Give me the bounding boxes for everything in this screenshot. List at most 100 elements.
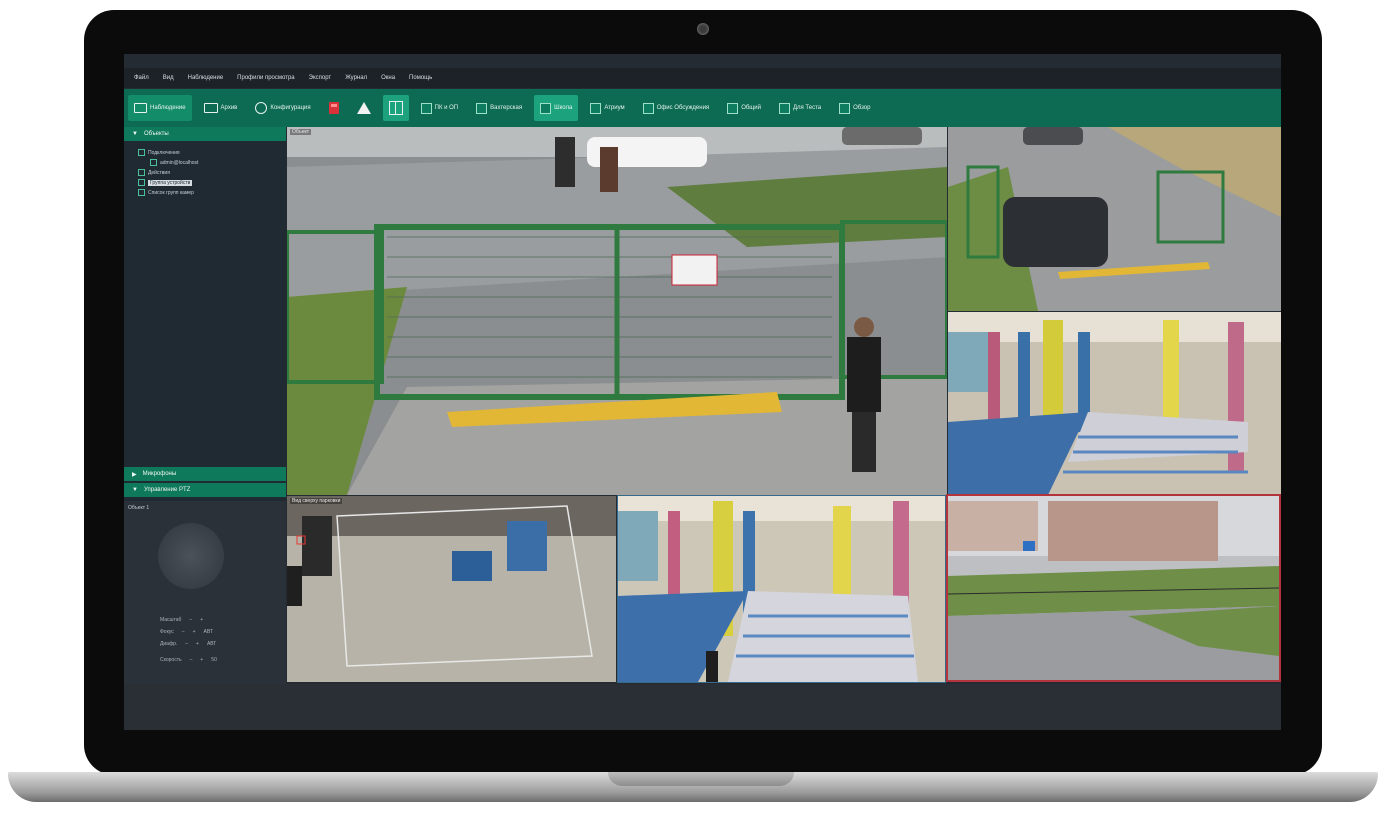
tree-item-label: Подключения [148, 149, 180, 156]
ptz-minus-button[interactable]: – [182, 629, 185, 635]
tree-item-label: admin@localhost [160, 159, 199, 166]
laptop-notch [608, 772, 794, 786]
layout-icon [540, 102, 552, 114]
layout-tab-5[interactable]: Офис Обсуждения [637, 95, 716, 121]
ptz-row-value: АВТ [206, 641, 217, 647]
layout-tab-8[interactable]: Обзор [833, 95, 876, 121]
ptz-minus-button[interactable]: – [190, 657, 193, 663]
checkbox-icon [150, 159, 157, 166]
checkbox-icon [138, 179, 145, 186]
layout-tab-6[interactable]: Общий [721, 95, 767, 121]
layout-label: Школа [554, 105, 573, 111]
webcam-icon [697, 23, 709, 35]
status-strip [124, 684, 1281, 730]
tree-item-admin[interactable]: admin@localhost [150, 159, 198, 166]
tree-item-label: Группа устройств [148, 179, 193, 186]
folder-icon [203, 103, 218, 113]
archive-tab[interactable]: Архив [198, 95, 244, 121]
monitoring-tab-label: Наблюдение [150, 105, 186, 111]
camera-tile-hall-2[interactable] [617, 495, 946, 683]
menu-view[interactable]: Вид [163, 75, 174, 81]
menu-journal[interactable]: Журнал [345, 75, 367, 81]
menu-file[interactable]: Файл [134, 75, 149, 81]
ptz-row-value: 50 [211, 657, 217, 663]
ptz-header[interactable]: ▼ Управление PTZ [124, 483, 286, 497]
ptz-row-label: Фокус [160, 629, 174, 635]
tree-item-label: Список групп камер [148, 189, 194, 196]
sidebar: ▼ Объекты Подключения admin@localhost Де… [124, 127, 286, 730]
tree-item-device-group[interactable]: Группа устройств [138, 179, 193, 186]
checkbox-icon [138, 149, 145, 156]
alarm-button[interactable] [323, 95, 345, 121]
tree-item-label: Действия [148, 169, 170, 176]
configuration-tab[interactable]: Конфигурация [249, 95, 316, 121]
ptz-plus-button[interactable]: + [200, 657, 203, 663]
camera-tile-hall[interactable] [948, 312, 1281, 495]
layout-label: ПК и ОП [434, 105, 459, 111]
layout-icon [839, 102, 851, 114]
microphones-header[interactable]: ▶ Микрофоны [124, 467, 286, 481]
menu-monitoring[interactable]: Наблюдение [188, 75, 224, 81]
ptz-zoom-row: Масштаб – + [160, 617, 211, 623]
ptz-speed-row: Скорость – + 50 [160, 657, 217, 663]
layout-icon [590, 102, 602, 114]
camera-tile-street[interactable] [946, 494, 1281, 682]
ptz-joystick[interactable] [158, 523, 224, 589]
layout-label: Общий [741, 105, 761, 111]
ptz-minus-button[interactable]: – [189, 617, 192, 623]
checkbox-icon [138, 169, 145, 176]
ptz-row-label: Диафр. [160, 641, 178, 647]
layout-tab-1[interactable]: ПК и ОП [415, 95, 464, 121]
configuration-tab-label: Конфигурация [270, 105, 311, 111]
gear-icon [255, 102, 268, 114]
monitoring-tab[interactable]: Наблюдение [128, 95, 192, 121]
ptz-plus-button[interactable]: + [200, 617, 203, 623]
layout-label: Атриум [604, 105, 625, 111]
camera-label: Объект [290, 129, 312, 135]
camera-tile-topdown[interactable]: Вид сверху парковки [287, 496, 616, 682]
camera-tile-parking[interactable] [948, 127, 1281, 311]
panel-toggle-button[interactable] [382, 95, 409, 121]
menu-windows[interactable]: Окна [381, 75, 395, 81]
ptz-row-label: Масштаб [160, 617, 182, 623]
menu-export[interactable]: Экспорт [309, 75, 332, 81]
camera-feed-parking [948, 127, 1281, 311]
layout-icon [727, 102, 739, 114]
camera-feed-hall [948, 312, 1281, 495]
layout-icon [778, 102, 790, 114]
ptz-row-value: АВТ [203, 629, 213, 635]
app-screen: Файл Вид Наблюдение Профили просмотра Эк… [124, 54, 1281, 730]
tree-item-camera-groups[interactable]: Список групп камер [138, 189, 194, 196]
layout-label: Обзор [853, 105, 871, 111]
microphones-title: Микрофоны [142, 471, 177, 477]
tree-item-connections[interactable]: Подключения [138, 149, 180, 156]
camera-label: Вид сверху парковки [290, 498, 343, 504]
camera-feed-gate [287, 127, 947, 495]
menu-help[interactable]: Помощь [409, 75, 432, 81]
layout-label: Офис Обсуждения [656, 105, 710, 111]
layout-tab-3[interactable]: Школа [534, 95, 579, 121]
menu-view-profiles[interactable]: Профили просмотра [237, 75, 294, 81]
layout-tab-7[interactable]: Для Теста [773, 95, 827, 121]
chevron-right-icon: ▶ [132, 471, 137, 478]
layout-tab-4[interactable]: Атриум [584, 95, 630, 121]
warning-button[interactable] [351, 95, 377, 121]
archive-tab-label: Архив [220, 105, 238, 111]
warning-icon [356, 102, 371, 114]
camera-feed-street [948, 496, 1279, 680]
menu-bar: Файл Вид Наблюдение Профили просмотра Эк… [124, 68, 1281, 88]
objects-header[interactable]: ▼ Объекты [124, 127, 286, 141]
layout-tab-2[interactable]: Вахтерская [470, 95, 528, 121]
layout-icon [642, 102, 654, 114]
ptz-title: Управление PTZ [143, 487, 191, 493]
tree-item-actions[interactable]: Действия [138, 169, 170, 176]
monitor-icon [134, 103, 147, 113]
chevron-down-icon: ▼ [132, 487, 138, 493]
ptz-camera-select[interactable]: Объект 1 [128, 505, 149, 511]
camera-tile-gate[interactable]: Объект [287, 127, 947, 495]
ptz-minus-button[interactable]: – [185, 641, 188, 647]
ptz-row-label: Скорость [160, 657, 182, 663]
checkbox-icon [138, 189, 145, 196]
ptz-plus-button[interactable]: + [196, 641, 199, 647]
ptz-plus-button[interactable]: + [193, 629, 196, 635]
